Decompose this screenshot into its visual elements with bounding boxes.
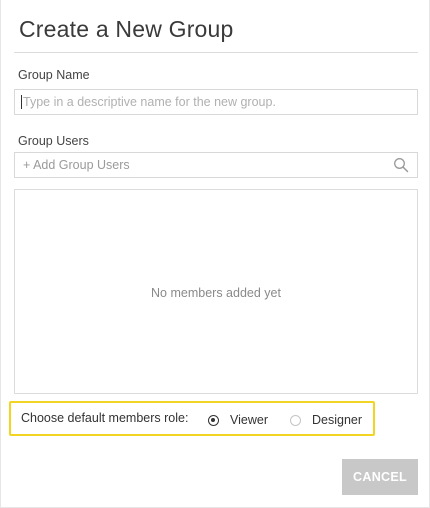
add-group-users-input[interactable]: + Add Group Users: [14, 152, 418, 178]
default-role-selector: Choose default members role: Viewer Desi…: [9, 401, 375, 436]
group-name-label: Group Name: [18, 68, 90, 82]
radio-checked-icon[interactable]: [208, 414, 219, 426]
role-option-designer[interactable]: Designer: [290, 412, 362, 428]
radio-unchecked-icon[interactable]: [290, 414, 301, 426]
group-users-label: Group Users: [18, 134, 89, 148]
role-option-viewer[interactable]: Viewer: [208, 412, 268, 428]
group-name-input[interactable]: [14, 89, 418, 115]
role-option-viewer-label[interactable]: Viewer: [230, 413, 268, 427]
text-caret: [21, 95, 22, 109]
cancel-button[interactable]: CANCEL: [342, 459, 418, 495]
add-group-users-placeholder: + Add Group Users: [23, 158, 130, 172]
create-group-dialog: Create a New Group Group Name Group User…: [0, 0, 430, 508]
group-members-list: No members added yet: [14, 189, 418, 394]
title-divider: [14, 52, 418, 53]
dialog-title: Create a New Group: [19, 16, 234, 42]
members-empty-message: No members added yet: [151, 286, 281, 300]
default-role-label: Choose default members role:: [21, 411, 189, 425]
role-option-designer-label[interactable]: Designer: [312, 413, 362, 427]
search-icon[interactable]: [393, 157, 409, 173]
